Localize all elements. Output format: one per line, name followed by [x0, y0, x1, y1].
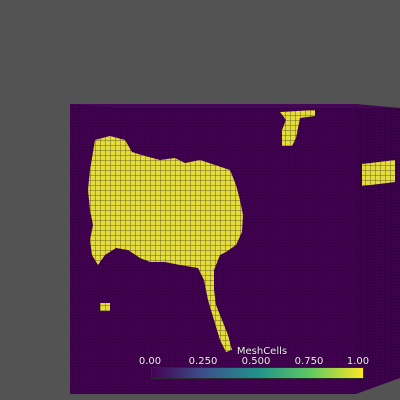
legend-tick-1: 0.250 [188, 356, 218, 367]
highlight-region-side [362, 160, 395, 186]
legend-colorbar [151, 367, 364, 379]
mesh-side-face [356, 104, 400, 394]
legend-tick-2: 0.500 [241, 356, 271, 367]
legend-tick-4: 1.00 [346, 356, 370, 367]
render-viewport[interactable]: MeshCells 0.00 0.250 0.500 0.750 1.00 [0, 0, 400, 400]
highlight-region-small [100, 303, 110, 311]
mesh-scene[interactable] [0, 0, 400, 400]
mesh-top-face [70, 104, 400, 108]
legend-tick-0: 0.00 [138, 356, 162, 367]
legend-tick-3: 0.750 [294, 356, 324, 367]
